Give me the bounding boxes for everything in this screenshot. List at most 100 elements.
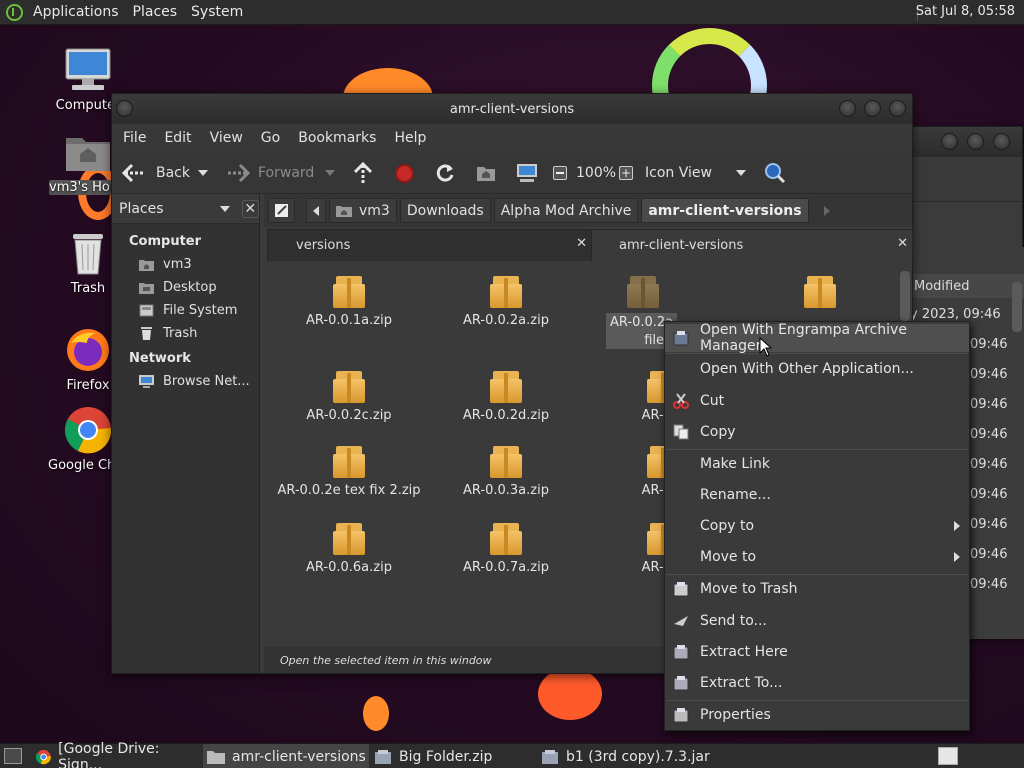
minimize-button[interactable] [839, 100, 856, 117]
menu-item-send-to[interactable]: Send to... [665, 607, 969, 635]
up-button[interactable] [353, 152, 373, 194]
forward-button[interactable]: Forward [226, 152, 314, 194]
sidebar-item-filesystem[interactable]: File System [139, 299, 259, 322]
path-scroll-right[interactable] [823, 205, 830, 216]
mate-logo-icon[interactable] [6, 3, 23, 21]
file-item[interactable]: AR-0.0.6a.zip [274, 523, 424, 575]
taskbar-item-amr-client-versions[interactable]: amr-client-versions [203, 744, 369, 768]
back-history-dropdown[interactable] [198, 152, 208, 194]
menu-item-cut[interactable]: Cut [665, 387, 969, 415]
menu-item-copy[interactable]: Copy [665, 418, 969, 446]
menu-item-rename[interactable]: Rename... [665, 481, 969, 509]
menu-item-move-to[interactable]: Move to [665, 543, 969, 571]
forward-history-dropdown[interactable] [325, 152, 335, 194]
view-mode-dropdown[interactable] [736, 152, 746, 194]
file-list-row-modified[interactable]: 09:46 [970, 547, 1007, 562]
menu-item-properties[interactable]: Properties [665, 701, 969, 729]
file-list-row-modified[interactable]: 09:46 [970, 367, 1007, 382]
sidebar-item-label: Desktop [163, 280, 217, 295]
file-list-row-modified[interactable]: 09:46 [970, 427, 1007, 442]
menu-go[interactable]: Go [261, 130, 280, 146]
grid-scrollbar[interactable] [900, 271, 910, 321]
tab-amr-client-versions[interactable]: amr-client-versions ✕ [591, 229, 913, 261]
file-list-row-modified[interactable]: 09:46 [970, 577, 1007, 592]
view-mode-label: Icon View [645, 165, 712, 181]
workspace-switcher[interactable] [938, 747, 958, 765]
menu-item-open-with-other-application[interactable]: Open With Other Application... [665, 355, 969, 383]
zoom-out-button[interactable] [553, 152, 567, 194]
tab-versions[interactable]: versions ✕ [267, 229, 592, 261]
taskbar-item-google-drive[interactable]: [Google Drive: Sign... [36, 741, 200, 768]
file-item[interactable]: AR-0.0.3a.zip [431, 446, 581, 498]
trash-icon [673, 581, 689, 597]
breadcrumb-downloads[interactable]: Downloads [399, 198, 491, 223]
file-item[interactable]: AR-0.0.2c.zip [274, 371, 424, 423]
breadcrumb-amr-client-versions[interactable]: amr-client-versions [641, 198, 809, 223]
tab-close-icon[interactable]: ✕ [897, 236, 908, 251]
sidebar-type-dropdown[interactable] [219, 205, 230, 212]
menu-edit[interactable]: Edit [164, 130, 191, 146]
clock[interactable]: Sat Jul 8, 05:58 [916, 4, 1015, 19]
file-item[interactable] [745, 276, 895, 313]
menu-item-open-with-engrampa[interactable]: Open With Engrampa Archive Manager [665, 322, 969, 354]
tab-close-icon[interactable]: ✕ [576, 236, 587, 251]
file-item[interactable]: AR-0.0.1a.zip [274, 276, 424, 328]
window-titlebar[interactable]: amr-client-versions [112, 94, 912, 124]
sidebar-item-browse-network[interactable]: Browse Net... [139, 370, 259, 393]
edit-location-button[interactable] [268, 198, 295, 223]
computer-button[interactable] [516, 152, 538, 194]
modified-column-header[interactable]: Modified [896, 274, 1024, 298]
places-menu[interactable]: Places [133, 4, 178, 20]
path-scroll-left[interactable] [306, 198, 326, 223]
home-button[interactable] [476, 152, 496, 194]
menu-separator [666, 449, 968, 450]
sidebar-item-vm3[interactable]: vm3 [139, 253, 259, 276]
sidebar-item-desktop[interactable]: Desktop [139, 276, 259, 299]
close-button[interactable] [993, 133, 1010, 150]
applications-menu[interactable]: Applications [33, 4, 119, 20]
file-list-row-modified[interactable]: 09:46 [970, 517, 1007, 532]
zoom-in-button[interactable]: + [619, 152, 633, 194]
minimize-button[interactable] [941, 133, 958, 150]
maximize-button[interactable] [967, 133, 984, 150]
file-list-row-modified[interactable]: 09:46 [970, 457, 1007, 472]
maximize-button[interactable] [864, 100, 881, 117]
menu-item-make-link[interactable]: Make Link [665, 450, 969, 478]
search-button[interactable] [764, 152, 786, 194]
stop-button[interactable] [395, 152, 414, 194]
menu-view[interactable]: View [210, 130, 243, 146]
menu-file[interactable]: File [123, 130, 146, 146]
menu-item-extract-here[interactable]: Extract Here [665, 638, 969, 666]
breadcrumb-alpha-mod-archive[interactable]: Alpha Mod Archive [493, 198, 639, 223]
menu-item-copy-to[interactable]: Copy to [665, 512, 969, 540]
properties-icon [673, 707, 689, 723]
file-item[interactable]: AR-0.0.2a.zip [431, 276, 581, 328]
menu-item-move-to-trash[interactable]: Move to Trash [665, 575, 969, 603]
menu-item-label: Send to... [700, 613, 767, 629]
taskbar-item-big-folder-zip[interactable]: Big Folder.zip [374, 744, 534, 768]
back-button[interactable]: Back [122, 152, 190, 194]
file-list-row-modified[interactable]: 09:46 [970, 487, 1007, 502]
file-item[interactable]: AR-0.0.2e tex fix 2.zip [274, 446, 424, 498]
menu-item-extract-to[interactable]: Extract To... [665, 669, 969, 697]
file-list-row-modified[interactable]: 09:46 [970, 337, 1007, 352]
window-menu-button[interactable] [116, 100, 133, 117]
view-mode-select[interactable]: Icon View [645, 152, 712, 194]
reload-button[interactable] [435, 152, 455, 194]
list-scrollbar[interactable] [1012, 282, 1022, 332]
background-window-titlebar[interactable] [896, 127, 1022, 157]
menu-help[interactable]: Help [394, 130, 426, 146]
sidebar-item-trash[interactable]: Trash [139, 322, 259, 345]
file-list-row-modified[interactable]: 09:46 [970, 397, 1007, 412]
file-item[interactable]: AR-0.0.2d.zip [431, 371, 581, 423]
show-desktop-button[interactable] [4, 748, 22, 764]
file-list-row-modified[interactable]: y 2023, 09:46 [910, 307, 1001, 322]
system-menu[interactable]: System [191, 4, 243, 20]
menu-bookmarks[interactable]: Bookmarks [298, 130, 376, 146]
close-button[interactable] [889, 100, 906, 117]
breadcrumb-vm3[interactable]: vm3 [329, 198, 397, 223]
zoom-level[interactable]: 100% [576, 152, 616, 194]
taskbar-item-b1-jar[interactable]: b1 (3rd copy).7.3.jar [541, 744, 731, 768]
file-item[interactable]: AR-0.0.7a.zip [431, 523, 581, 575]
sidebar-close-button[interactable]: ✕ [241, 199, 259, 218]
